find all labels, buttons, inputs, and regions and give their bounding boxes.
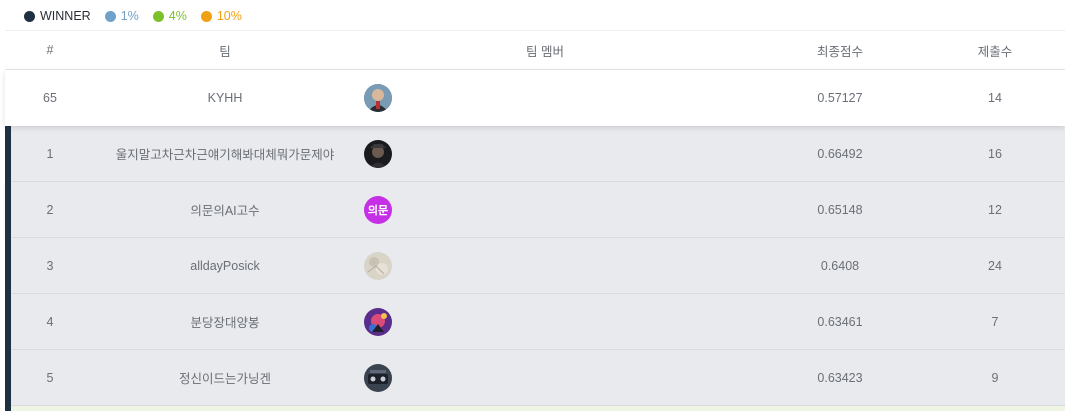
rank-cell: 4 <box>46 314 54 329</box>
legend-item-4pct: 4% <box>152 9 187 23</box>
members-cell <box>355 126 735 181</box>
header-team: 팀 <box>219 44 231 59</box>
tier-10pct-dot-icon <box>200 10 212 22</box>
tier-boundary-line <box>5 406 1065 411</box>
submissions-cell: 7 <box>991 314 999 329</box>
user-photo-avatar[interactable] <box>364 84 392 112</box>
legend-item-10pct: 10% <box>200 9 242 23</box>
submissions-cell: 14 <box>988 91 1002 105</box>
legend-item-winner: WINNER <box>24 9 91 23</box>
submissions-cell: 9 <box>991 370 999 385</box>
header-rank: # <box>46 43 54 57</box>
rank-cell: 3 <box>46 258 54 273</box>
legend-label: 10% <box>216 9 242 23</box>
score-cell: 0.63461 <box>817 314 863 329</box>
team-name[interactable]: 정신이드는가닝겐 <box>95 350 355 405</box>
members-cell <box>355 70 735 126</box>
members-cell <box>355 350 735 405</box>
table-row[interactable]: 3 alldayPosick 0.6408 24 <box>5 238 1065 294</box>
score-cell: 0.63423 <box>817 370 863 385</box>
header-submissions: 제출수 <box>977 44 1013 59</box>
tier-4pct-dot-icon <box>152 10 164 22</box>
submissions-cell: 24 <box>988 258 1002 273</box>
team-name[interactable]: 의문의AI고수 <box>95 182 355 237</box>
winner-indicator-bar <box>5 126 11 411</box>
rank-cell: 1 <box>46 146 54 161</box>
legend-label: 1% <box>120 9 139 23</box>
table-row[interactable]: 5 정신이드는가닝겐 0.63423 9 <box>5 350 1065 406</box>
legend-item-1pct: 1% <box>104 9 139 23</box>
score-cell: 0.65148 <box>817 202 863 217</box>
members-cell <box>355 238 735 293</box>
winner-dot-icon <box>24 10 35 22</box>
team-name[interactable]: 울지말고차근차근얘기해봐대체뭐가문제야 <box>95 126 355 181</box>
team-name[interactable]: alldayPosick <box>95 238 355 293</box>
team-name[interactable]: 분당장대양봉 <box>95 294 355 349</box>
user-photo-avatar[interactable] <box>364 139 392 168</box>
table-row[interactable]: 4 분당장대양봉 0.63461 7 <box>5 294 1065 350</box>
table-row[interactable]: 1 울지말고차근차근얘기해봐대체뭐가문제야 0.66492 16 <box>5 126 1065 182</box>
table-row[interactable]: 2 의문의AI고수 의문 0.65148 12 <box>5 182 1065 238</box>
team-name[interactable]: KYHH <box>95 70 355 126</box>
submissions-cell: 16 <box>988 146 1002 161</box>
rank-cell: 65 <box>43 91 57 105</box>
legend-label: 4% <box>168 9 187 23</box>
my-team-row[interactable]: 65 KYHH 0.57127 14 <box>5 70 1065 126</box>
leaderboard-table: # 팀 팀 멤버 최종점수 제출수 65 KYHH 0.57127 14 1 울… <box>5 30 1065 411</box>
user-photo-avatar[interactable] <box>364 363 392 392</box>
submissions-cell: 12 <box>988 202 1002 217</box>
score-cell: 0.66492 <box>817 146 863 161</box>
text-avatar[interactable]: 의문 <box>364 195 392 224</box>
table-header: # 팀 팀 멤버 최종점수 제출수 <box>5 30 1065 70</box>
members-cell <box>355 294 735 349</box>
score-cell: 0.57127 <box>817 91 863 105</box>
legend-label: WINNER <box>40 9 91 23</box>
members-cell: 의문 <box>355 182 735 237</box>
tier-1pct-dot-icon <box>104 10 116 22</box>
legend: WINNER 1% 4% 10% <box>24 6 242 26</box>
rank-cell: 2 <box>46 202 54 217</box>
user-photo-avatar[interactable] <box>364 251 392 280</box>
rank-cell: 5 <box>46 370 54 385</box>
header-score: 최종점수 <box>816 44 863 59</box>
score-cell: 0.6408 <box>820 258 860 273</box>
header-members: 팀 멤버 <box>526 44 564 59</box>
user-photo-avatar[interactable] <box>364 307 392 336</box>
